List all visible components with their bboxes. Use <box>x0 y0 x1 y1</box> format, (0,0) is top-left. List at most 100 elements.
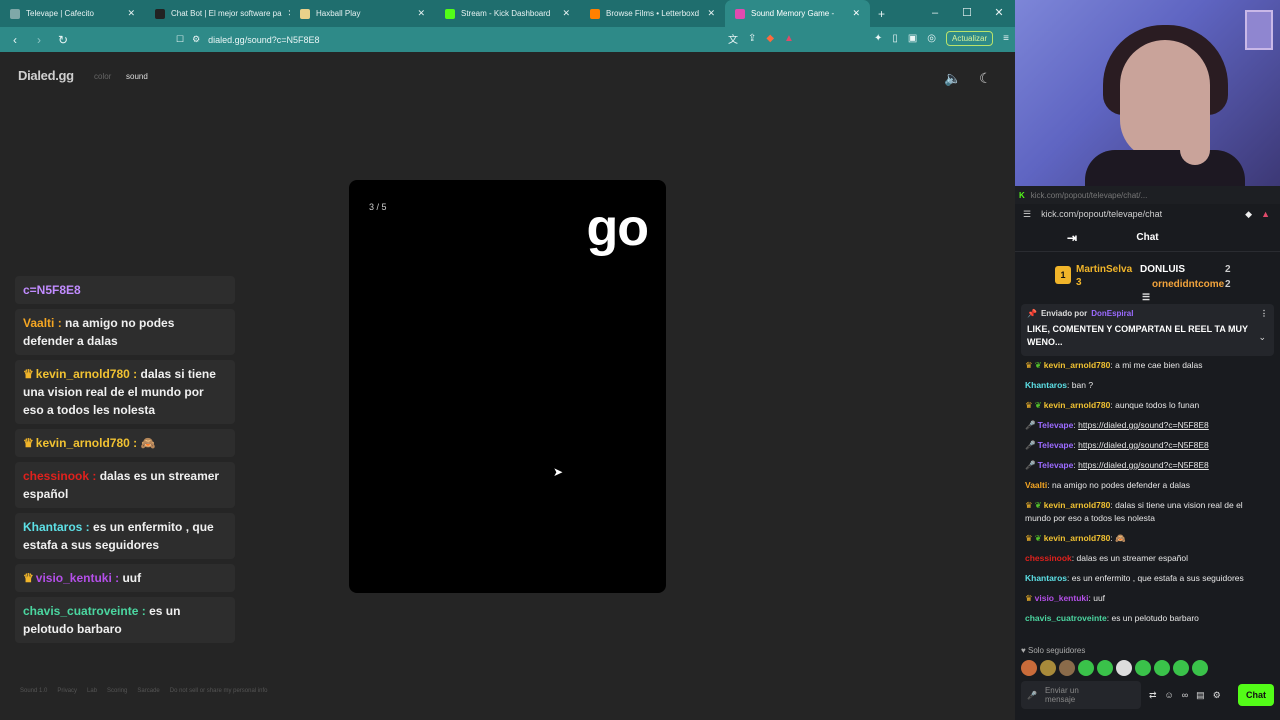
update-button[interactable]: Actualizar <box>946 31 994 46</box>
more-icon[interactable]: ⋮ <box>1260 309 1268 318</box>
send-chat-button[interactable]: Chat <box>1238 684 1274 706</box>
close-icon[interactable]: ✕ <box>983 0 1015 27</box>
footer-link[interactable]: Privacy <box>57 688 77 694</box>
emote-icon[interactable] <box>1116 660 1132 676</box>
volume-icon[interactable]: 🔈 <box>944 70 961 87</box>
separator: : <box>129 436 141 450</box>
settings-icon[interactable]: ☰ <box>1023 209 1031 220</box>
collapse-icon[interactable]: ⇥ <box>1067 231 1077 245</box>
crown-icon: ♛ <box>1025 400 1033 410</box>
footer-link[interactable]: Lab <box>87 688 97 694</box>
webcam-feed <box>1015 0 1280 205</box>
pinned-by-user[interactable]: DonEspiral <box>1091 309 1133 318</box>
shield-icon[interactable]: ◆ <box>1245 209 1252 220</box>
close-tab-icon[interactable]: ✕ <box>562 8 570 19</box>
chat-url[interactable]: kick.com/popout/televape/chat <box>1041 209 1162 219</box>
overlay-username: kevin_arnold780 <box>35 436 130 450</box>
new-tab-button[interactable]: + <box>870 7 893 21</box>
leader-3-name[interactable]: ornedidntcome <box>1152 279 1224 290</box>
emote-icon[interactable] <box>1154 660 1170 676</box>
emote-icon[interactable] <box>1135 660 1151 676</box>
menu-icon[interactable]: ≡ <box>1003 33 1009 44</box>
leader-1-name[interactable]: MartinSelva <box>1076 264 1132 275</box>
close-tab-icon[interactable]: ✕ <box>417 8 425 19</box>
footer-link[interactable]: Scoring <box>107 688 127 694</box>
bookmark-icon[interactable]: ☐ <box>176 34 184 45</box>
tab-3[interactable]: Stream - Kick Dashboard ✕ <box>435 0 580 27</box>
wallet-icon[interactable]: ▣ <box>908 33 917 44</box>
nav-color[interactable]: color <box>94 72 111 81</box>
chevron-down-icon[interactable]: ⌄ <box>1258 332 1266 343</box>
emote-icon[interactable] <box>1097 660 1113 676</box>
pinned-message: 📌 Enviado por DonEspiral ⋮ LIKE, COMENTE… <box>1021 304 1274 356</box>
emote-icon[interactable] <box>1040 660 1056 676</box>
chat-link[interactable]: https://dialed.gg/sound?c=N5F8E8 <box>1078 420 1209 430</box>
chat-link[interactable]: https://dialed.gg/sound?c=N5F8E8 <box>1078 440 1209 450</box>
brave-shield-icon[interactable]: ◆ <box>766 33 774 44</box>
emote-icon[interactable] <box>1192 660 1208 676</box>
rewards-icon[interactable]: ▲ <box>784 33 794 44</box>
url-field[interactable]: dialed.gg/sound?c=N5F8E8 <box>208 35 319 45</box>
chat-link[interactable]: https://dialed.gg/sound?c=N5F8E8 <box>1078 460 1209 470</box>
sidebar-icon[interactable]: ▯ <box>892 33 898 44</box>
chat-username[interactable]: Televape <box>1038 420 1074 430</box>
back-icon[interactable]: ‹ <box>8 33 22 47</box>
close-tab-icon[interactable]: ✕ <box>127 8 135 19</box>
emote-icon[interactable] <box>1059 660 1075 676</box>
chat-username[interactable]: visio_kentuki <box>1035 593 1089 603</box>
footer-link[interactable]: Sound 1.0 <box>20 688 47 694</box>
game-card[interactable]: 3 / 5 go <box>349 180 666 593</box>
chat-username[interactable]: Televape <box>1038 460 1074 470</box>
chat-username[interactable]: chessinook <box>1025 553 1072 563</box>
forward-icon[interactable]: › <box>32 33 46 47</box>
mic-icon: 🎤 <box>1025 460 1036 470</box>
emote-icon[interactable] <box>1078 660 1094 676</box>
dark-mode-icon[interactable]: ☾ <box>979 70 992 87</box>
gear-icon[interactable]: ⚙ <box>1213 690 1221 701</box>
chat-username[interactable]: chavis_cuatroveinte <box>1025 613 1107 623</box>
users-icon[interactable]: ∞ <box>1182 690 1188 700</box>
tab-2[interactable]: Haxball Play ✕ <box>290 0 435 27</box>
alert-icon[interactable]: ▲ <box>1261 209 1270 219</box>
translate-icon[interactable]: 文 <box>728 31 738 46</box>
chat-username[interactable]: kevin_arnold780 <box>1044 500 1111 510</box>
store-icon[interactable]: ▤ <box>1196 690 1205 701</box>
chat-username[interactable]: Khantaros <box>1025 573 1067 583</box>
tab-4[interactable]: Browse Films • Letterboxd ✕ <box>580 0 725 27</box>
tab-1[interactable]: Chat Bot | El mejor software pa✕ <box>145 0 290 27</box>
chat-username[interactable]: Khantaros <box>1025 380 1067 390</box>
vpn-icon[interactable]: ◎ <box>927 33 936 44</box>
site-info-icon[interactable]: ⚙ <box>192 34 200 45</box>
nav-sound[interactable]: sound <box>126 72 148 81</box>
chat-username[interactable]: kevin_arnold780 <box>1044 533 1111 543</box>
chat-username[interactable]: Vaalti <box>1025 480 1047 490</box>
stream-chat-overlay: c=N5F8E8 Vaalti : na amigo no podes defen… <box>15 276 235 648</box>
extensions-icon[interactable]: ✦ <box>874 33 882 44</box>
maximize-icon[interactable]: ☐ <box>951 0 983 27</box>
chat-window-title-text: kick.com/popout/televape/chat/... <box>1030 190 1148 200</box>
reload-icon[interactable]: ↻ <box>56 33 70 47</box>
emoji-icon[interactable]: ☺ <box>1165 690 1174 700</box>
rank-badge-icon: 1 <box>1055 266 1071 284</box>
close-tab-icon[interactable]: ✕ <box>707 8 715 19</box>
site-logo[interactable]: Dialed.gg <box>18 68 74 83</box>
close-tab-icon[interactable]: ✕ <box>852 8 860 19</box>
leader-2-name[interactable]: DONLUIS <box>1140 264 1185 275</box>
footer-link[interactable]: Do not sell or share my personal info <box>170 688 268 694</box>
overlay-message: ♛ visio_kentuki : uuf <box>15 564 235 592</box>
tab-5[interactable]: Sound Memory Game - ✕ <box>725 0 870 27</box>
chat-username[interactable]: Televape <box>1038 440 1074 450</box>
share-icon[interactable]: ⇪ <box>748 33 756 44</box>
chat-username[interactable]: kevin_arnold780 <box>1044 360 1111 370</box>
emote-icon: 🙈 <box>140 436 156 450</box>
minimize-icon[interactable]: – <box>919 0 951 27</box>
translate-icon[interactable]: ⇄ <box>1149 690 1157 701</box>
footer-link[interactable]: Sarcade <box>137 688 159 694</box>
emote-bar <box>1021 660 1208 676</box>
emote-icon[interactable] <box>1021 660 1037 676</box>
expand-icon[interactable]: ☰ <box>1142 292 1150 303</box>
chat-username[interactable]: kevin_arnold780 <box>1044 400 1111 410</box>
tab-0[interactable]: Televape | Cafecito ✕ <box>0 0 145 27</box>
emote-icon[interactable] <box>1173 660 1189 676</box>
chat-input[interactable]: 🎤 Enviar un mensaje <box>1021 681 1141 709</box>
